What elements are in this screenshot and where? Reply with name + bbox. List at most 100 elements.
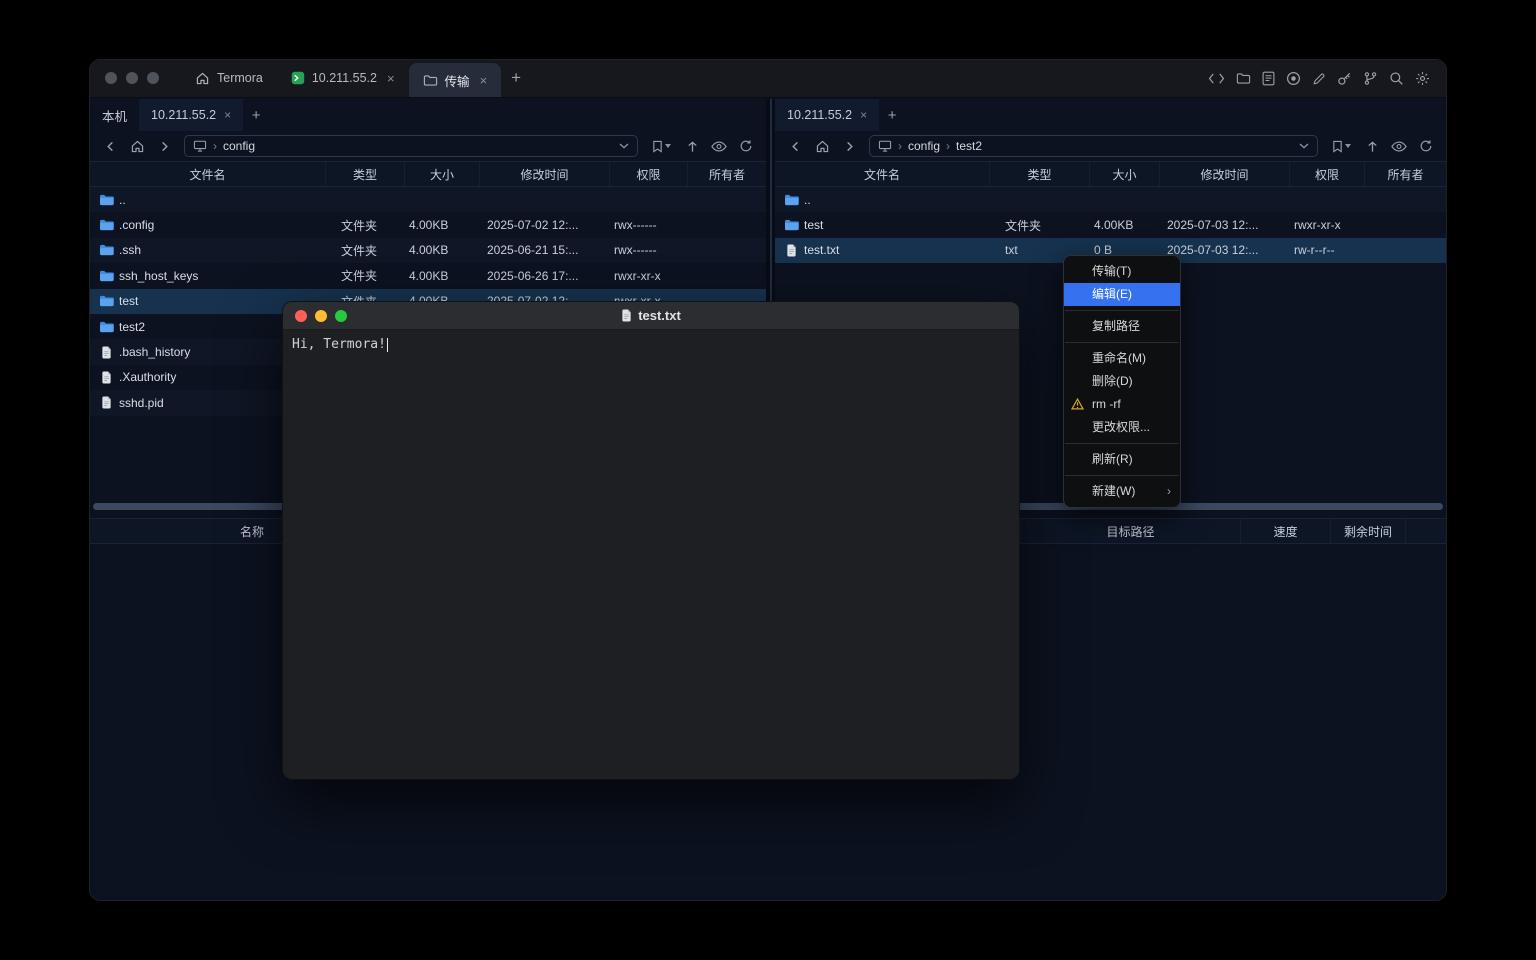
menu-item[interactable]: 复制路径 <box>1064 315 1180 338</box>
column-header[interactable]: 剩余时间 <box>1331 519 1406 543</box>
file-row[interactable]: .. <box>90 187 766 212</box>
chevron-down-icon[interactable] <box>1299 143 1309 149</box>
file-name: .config <box>119 218 154 232</box>
new-panel-tab-button[interactable]: + <box>879 99 905 131</box>
menu-item[interactable]: 更改权限... <box>1064 416 1180 439</box>
editor-content[interactable]: Hi, Termora! <box>283 330 1019 359</box>
menu-item[interactable]: 重命名(M) <box>1064 347 1180 370</box>
close-tab-icon[interactable]: × <box>480 73 488 88</box>
file-name: ssh_host_keys <box>119 269 198 283</box>
column-header[interactable]: 速度 <box>1241 519 1331 543</box>
menu-item[interactable]: 刷新(R) <box>1064 448 1180 471</box>
show-hidden-button[interactable] <box>709 136 729 156</box>
editor-minimize-button[interactable] <box>315 310 327 322</box>
file-perm: rwx------ <box>610 243 688 257</box>
submenu-arrow-icon: › <box>1167 480 1171 503</box>
home-icon <box>195 71 210 86</box>
chevron-down-icon[interactable] <box>619 143 629 149</box>
path-segment[interactable]: config <box>223 139 255 153</box>
menu-item-label: 新建(W) <box>1092 484 1135 498</box>
file-row[interactable]: test文件夹4.00KB2025-07-03 12:...rwxr-xr-x <box>775 212 1446 237</box>
macro-icon[interactable] <box>1286 71 1301 86</box>
back-button[interactable] <box>100 136 120 156</box>
file-row[interactable]: ssh_host_keys文件夹4.00KB2025-06-26 17:...r… <box>90 263 766 288</box>
file-icon <box>99 371 114 384</box>
file-icon <box>99 346 114 359</box>
menu-item[interactable]: 新建(W) › <box>1064 480 1180 503</box>
editor-zoom-button[interactable] <box>335 310 347 322</box>
editor-window-controls <box>283 310 347 322</box>
show-hidden-button[interactable] <box>1389 136 1409 156</box>
close-button[interactable] <box>105 72 117 84</box>
settings-icon[interactable] <box>1415 71 1430 86</box>
branch-icon[interactable] <box>1363 71 1378 86</box>
minimize-button[interactable] <box>126 72 138 84</box>
close-tab-icon[interactable]: × <box>224 108 231 122</box>
search-icon[interactable] <box>1389 71 1404 86</box>
titlebar-tab-1[interactable]: 10.211.55.2× <box>277 60 409 97</box>
new-panel-tab-button[interactable]: + <box>243 99 269 131</box>
column-header[interactable]: 文件名 <box>90 162 326 186</box>
back-button[interactable] <box>785 136 805 156</box>
menu-item[interactable]: 编辑(E) <box>1064 283 1180 306</box>
editor-text: Hi, Termora! <box>292 337 386 352</box>
column-header[interactable]: 权限 <box>1290 162 1365 186</box>
code-icon[interactable] <box>1208 72 1225 85</box>
key-icon[interactable] <box>1337 71 1352 86</box>
file-row[interactable]: .config文件夹4.00KB2025-07-02 12:...rwx----… <box>90 212 766 237</box>
editor-titlebar[interactable]: test.txt <box>283 302 1019 330</box>
panel-tab-0[interactable]: 本机 <box>90 99 139 131</box>
panel-tab-1[interactable]: 10.211.55.2× <box>139 99 243 131</box>
titlebar-tab-2[interactable]: 传输× <box>409 63 502 97</box>
menu-item-label: rm -rf <box>1092 397 1121 411</box>
column-header[interactable]: 所有者 <box>1365 162 1446 186</box>
file-name: test.txt <box>804 243 839 257</box>
menu-item-label: 重命名(M) <box>1092 351 1146 365</box>
upload-button[interactable] <box>1362 136 1382 156</box>
path-separator: › <box>946 139 950 153</box>
text-cursor <box>387 338 389 352</box>
computer-icon <box>878 140 892 152</box>
file-name: .ssh <box>119 243 141 257</box>
column-header[interactable]: 修改时间 <box>480 162 610 186</box>
path-bar[interactable]: ›config›test2 <box>869 135 1318 157</box>
forward-button[interactable] <box>839 136 859 156</box>
zoom-button[interactable] <box>147 72 159 84</box>
bookmark-button[interactable] <box>1328 136 1355 156</box>
menu-item[interactable]: 传输(T) <box>1064 260 1180 283</box>
column-header[interactable]: 所有者 <box>688 162 766 186</box>
upload-button[interactable] <box>682 136 702 156</box>
edit-icon[interactable] <box>1312 72 1326 86</box>
close-tab-icon[interactable]: × <box>387 71 395 86</box>
file-row[interactable]: .. <box>775 187 1446 212</box>
close-tab-icon[interactable]: × <box>860 108 867 122</box>
path-bar[interactable]: ›config <box>184 135 638 157</box>
column-header[interactable]: 大小 <box>405 162 480 186</box>
folder-icon[interactable] <box>1236 72 1251 85</box>
refresh-button[interactable] <box>1416 136 1436 156</box>
forward-button[interactable] <box>154 136 174 156</box>
bookmark-button[interactable] <box>648 136 675 156</box>
menu-item[interactable]: rm -rf <box>1064 393 1180 416</box>
column-header[interactable]: 类型 <box>326 162 405 186</box>
new-tab-button[interactable]: + <box>501 68 533 97</box>
home-button[interactable] <box>812 136 832 156</box>
path-segment[interactable]: test2 <box>956 139 982 153</box>
column-header[interactable]: 权限 <box>610 162 688 186</box>
column-header[interactable]: 修改时间 <box>1160 162 1290 186</box>
refresh-button[interactable] <box>736 136 756 156</box>
path-segment[interactable]: config <box>908 139 940 153</box>
column-header[interactable]: 大小 <box>1090 162 1160 186</box>
editor-close-button[interactable] <box>295 310 307 322</box>
column-header[interactable]: 目标路径 <box>1021 519 1241 543</box>
file-type: 文件夹 <box>990 217 1090 234</box>
titlebar-tab-0[interactable]: Termora <box>181 60 277 97</box>
home-button[interactable] <box>127 136 147 156</box>
panel-tab-0[interactable]: 10.211.55.2× <box>775 99 879 131</box>
log-icon[interactable] <box>1262 71 1275 86</box>
menu-separator <box>1065 342 1179 343</box>
column-header[interactable]: 文件名 <box>775 162 990 186</box>
file-row[interactable]: .ssh文件夹4.00KB2025-06-21 15:...rwx------ <box>90 238 766 263</box>
column-header[interactable]: 类型 <box>990 162 1090 186</box>
menu-item[interactable]: 删除(D) <box>1064 370 1180 393</box>
